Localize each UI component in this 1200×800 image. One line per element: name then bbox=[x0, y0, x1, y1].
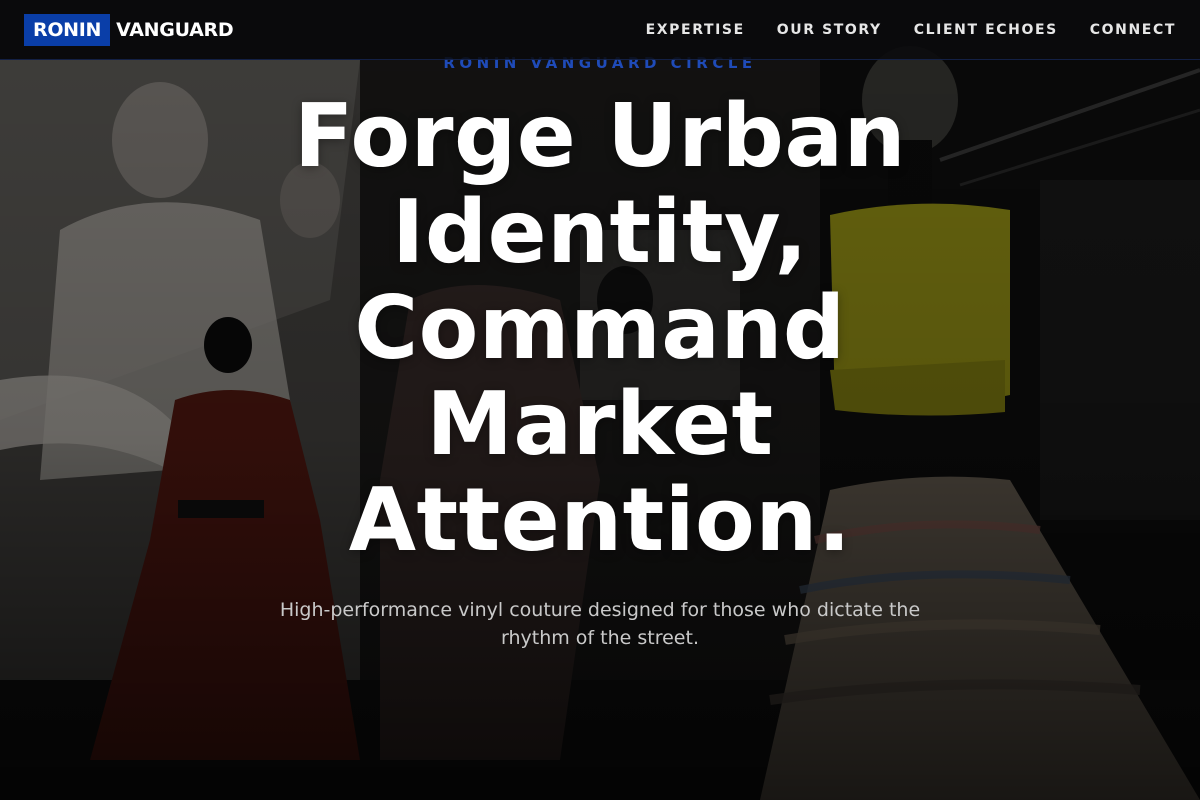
brand-logo[interactable]: RONIN VANGUARD bbox=[24, 14, 234, 46]
nav-link-our-story[interactable]: OUR STORY bbox=[777, 22, 882, 38]
top-navbar: RONIN VANGUARD EXPERTISE OUR STORY CLIEN… bbox=[0, 0, 1200, 60]
nav-link-connect[interactable]: CONNECT bbox=[1090, 22, 1176, 38]
logo-text: VANGUARD bbox=[116, 19, 234, 41]
nav-link-client-echoes[interactable]: CLIENT ECHOES bbox=[914, 22, 1058, 38]
hero-headline: Forge Urban Identity, Command Market Att… bbox=[293, 85, 907, 571]
hero-subheadline: High-performance vinyl couture designed … bbox=[279, 599, 921, 649]
hero-section: RONIN VANGUARD EXPERTISE OUR STORY CLIEN… bbox=[0, 0, 1200, 800]
nav-link-expertise[interactable]: EXPERTISE bbox=[646, 22, 745, 38]
main-nav: EXPERTISE OUR STORY CLIENT ECHOES CONNEC… bbox=[614, 0, 1176, 59]
logo-box: RONIN bbox=[24, 14, 111, 46]
